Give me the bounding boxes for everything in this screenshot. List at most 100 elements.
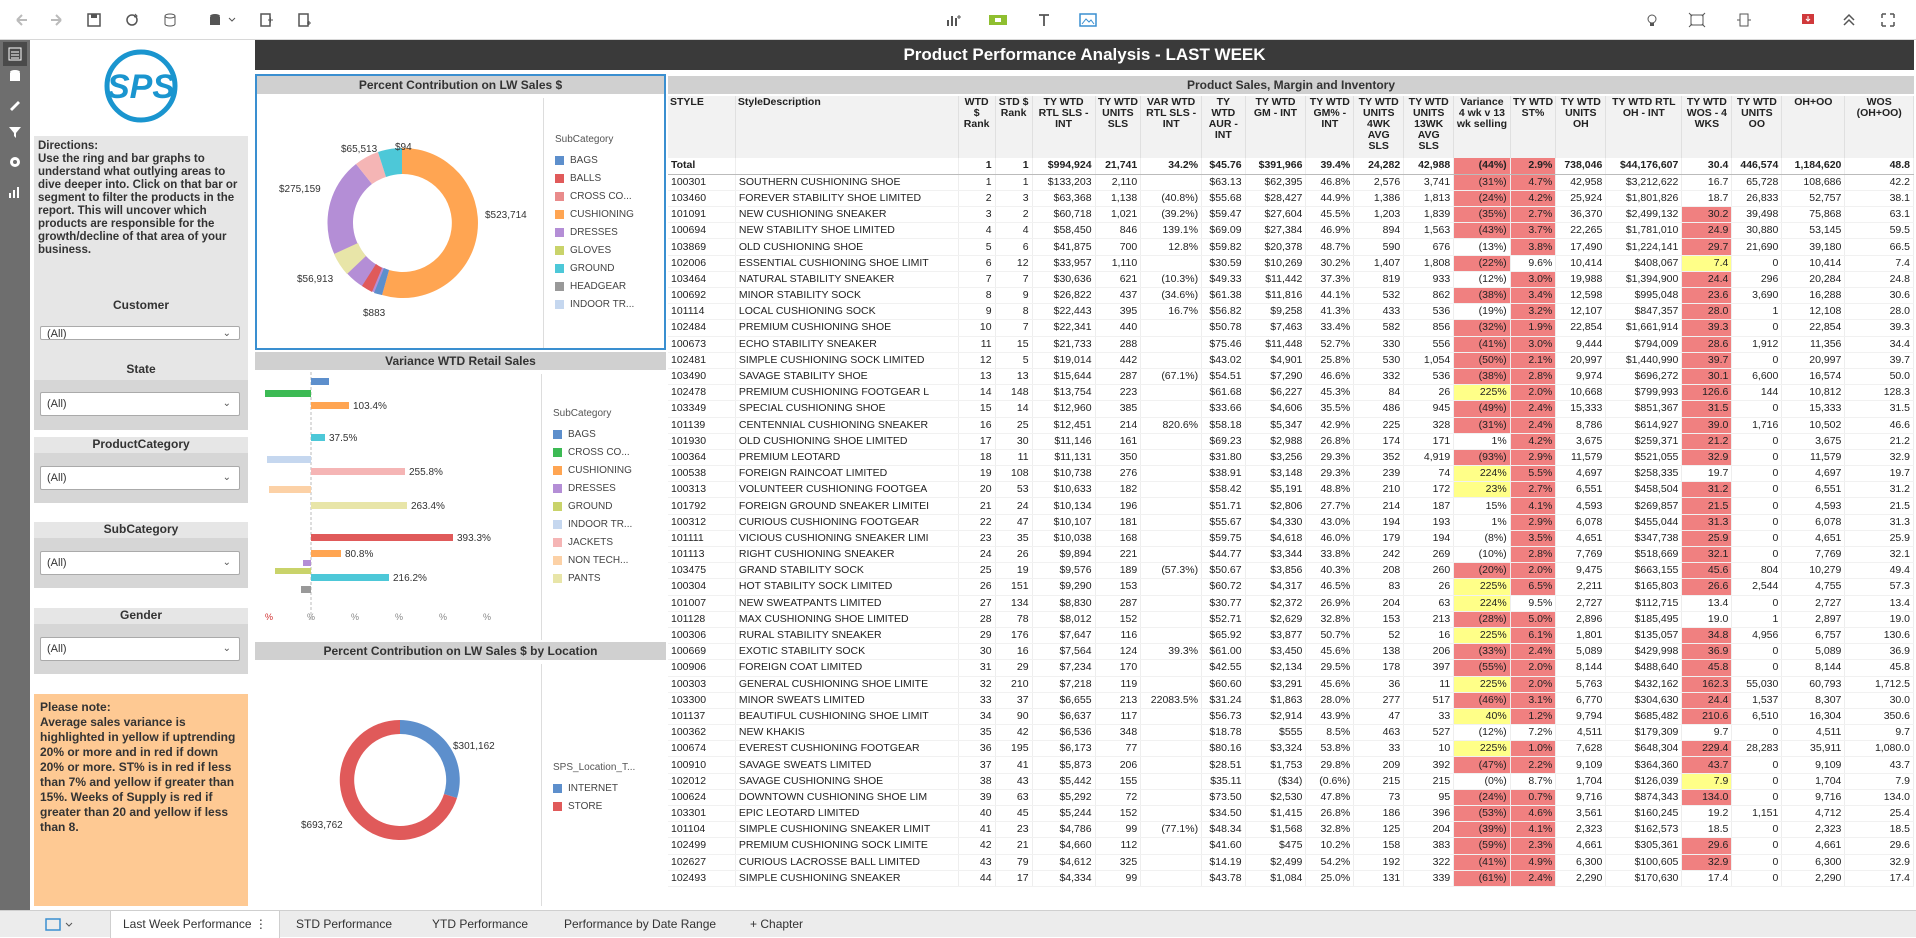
legend-item[interactable]: INTERNET: [553, 779, 661, 797]
add-data-icon[interactable]: [205, 8, 239, 32]
table-row[interactable]: 103349 SPECIAL CUSHIONING SHOE 15 14 $12,960…: [668, 400, 1914, 418]
column-header[interactable]: STYLE: [668, 96, 736, 158]
table-row[interactable]: 103490 SAVAGE STABILITY SHOE 13 13 $15,644 28…: [668, 368, 1914, 386]
bar-cushioning[interactable]: [311, 402, 349, 409]
table-row[interactable]: 103301 EPIC LEOTARD LIMITED 40 45 $5,244 152 $…: [668, 805, 1914, 823]
column-header[interactable]: TY WTD ST%: [1510, 96, 1557, 158]
gender-filter-select[interactable]: (All) ⌄: [40, 637, 240, 661]
table-row[interactable]: 100910 SAVAGE SWEATS LIMITED 37 41 $5,873 206…: [668, 756, 1914, 774]
tab-std-performance[interactable]: STD Performance: [284, 911, 404, 938]
table-row[interactable]: 102493 SIMPLE CUSHIONING SNEAKER 44 17 $4,33…: [668, 870, 1914, 887]
table-row[interactable]: 102006 ESSENTIAL CUSHIONING SHOE LIMIT 6 12…: [668, 255, 1914, 272]
column-header[interactable]: TY WTD UNITS OH: [1555, 96, 1607, 158]
table-row[interactable]: 100304 HOT STABILITY SOCK LIMITED 26 151 $9,…: [668, 578, 1914, 596]
pages-icon[interactable]: [3, 42, 27, 66]
analytics-icon[interactable]: [3, 180, 27, 204]
table-row[interactable]: 100301 SOUTHERN CUSHIONING SHOE 1 1 $133,203…: [668, 174, 1914, 191]
settings-icon[interactable]: [3, 150, 27, 174]
column-header[interactable]: WTD $ Rank: [958, 96, 996, 158]
legend-item[interactable]: PANTS: [553, 569, 661, 587]
table-row[interactable]: 101930 OLD CUSHIONING SHOE LIMITED 17 30 $11…: [668, 433, 1914, 450]
bar-pants[interactable]: [311, 502, 407, 509]
redo-icon[interactable]: [44, 8, 68, 32]
table-row[interactable]: 100692 MINOR STABILITY SOCK 8 9 $26,822 437 (3…: [668, 287, 1914, 305]
tab-last-week-performance[interactable]: Last Week Performance ⋮: [110, 911, 280, 938]
bar-other[interactable]: [301, 586, 311, 593]
table-row[interactable]: 101137 BEAUTIFUL CUSHIONING SHOE LIMIT 34 9…: [668, 708, 1914, 726]
column-header[interactable]: TY WTD UNITS 4WK AVG SLS: [1353, 96, 1405, 158]
table-row[interactable]: 101128 MAX CUSHIONING SHOE LIMITED 28 78 $8,…: [668, 611, 1914, 628]
legend-item[interactable]: GROUND: [553, 497, 661, 515]
insert-chart-icon[interactable]: [942, 8, 966, 32]
page-view-icon[interactable]: [44, 917, 76, 933]
column-header[interactable]: TY WTD AUR - INT: [1201, 96, 1246, 158]
bar-dresses[interactable]: [311, 434, 325, 441]
legend-item[interactable]: CUSHIONING: [553, 461, 661, 479]
column-header[interactable]: TY WTD UNITS 13WK AVG SLS: [1403, 96, 1455, 158]
legend-item[interactable]: BAGS: [553, 425, 661, 443]
column-header[interactable]: Variance 4 wk v 13 wk selling: [1453, 96, 1511, 158]
column-header[interactable]: OH+OO: [1781, 96, 1846, 158]
customer-filter-select[interactable]: (All) ⌄: [40, 326, 240, 340]
table-row[interactable]: 103869 OLD CUSHIONING SHOE 5 6 $41,875 700 12.…: [668, 238, 1914, 256]
legend-item[interactable]: INDOOR TR...: [553, 515, 661, 533]
table-row[interactable]: 100313 VOLUNTEER CUSHIONING FOOTGEA 20 53 $1…: [668, 481, 1914, 499]
maximize-icon[interactable]: [1876, 8, 1900, 32]
save-icon[interactable]: [82, 8, 106, 32]
bar-non-tech[interactable]: [269, 486, 311, 493]
table-row[interactable]: 103464 NATURAL STABILITY SNEAKER 7 7 $30,636…: [668, 271, 1914, 289]
new-page-icon[interactable]: [292, 8, 316, 32]
legend-item[interactable]: GLOVES: [555, 241, 660, 259]
table-row[interactable]: 100312 CURIOUS CUSHIONING FOOTGEAR 22 47 $10…: [668, 514, 1914, 531]
insert-filter-icon[interactable]: [986, 8, 1010, 32]
legend-item[interactable]: INDOOR TR...: [555, 295, 660, 313]
table-row[interactable]: 100364 PREMIUM LEOTARD 18 11 $11,131 350 $31.8…: [668, 449, 1914, 467]
column-header[interactable]: TY WTD RTL OH - INT: [1605, 96, 1683, 158]
bookmark-icon[interactable]: [1796, 8, 1820, 32]
column-header[interactable]: VAR WTD RTL SLS - INT: [1140, 96, 1203, 158]
total-row[interactable]: Total 1 1 $994,924 21,741 34.2% $45.76 $391,966…: [668, 158, 1914, 175]
filter-icon[interactable]: [3, 120, 27, 144]
legend-item[interactable]: DRESSES: [555, 223, 660, 241]
copy-page-icon[interactable]: [254, 8, 278, 32]
table-row[interactable]: 101091 NEW CUSHIONING SNEAKER 3 2 $60,718 1,0…: [668, 206, 1914, 224]
legend-item[interactable]: HEADGEAR: [555, 277, 660, 295]
table-row[interactable]: 102499 PREMIUM CUSHIONING SOCK LIMITE 42 21…: [668, 837, 1914, 855]
table-row[interactable]: 102481 SIMPLE CUSHIONING SOCK LIMITED 12 5 $…: [668, 352, 1914, 369]
column-header[interactable]: StyleDescription: [735, 96, 959, 158]
column-header[interactable]: TY WTD WOS - 4 WKS: [1681, 96, 1733, 158]
table-row[interactable]: 101792 FOREIGN GROUND SNEAKER LIMITEI 21 24…: [668, 497, 1914, 515]
table-row[interactable]: 100538 FOREIGN RAINCOAT LIMITED 19 108 $10,7…: [668, 465, 1914, 483]
bar-sweats[interactable]: [303, 560, 311, 566]
collapse-icon[interactable]: [1837, 8, 1861, 32]
table-row[interactable]: 101007 NEW SWEATPANTS LIMITED 27 134 $8,830 2…: [668, 595, 1914, 612]
undo-icon[interactable]: [10, 8, 34, 32]
column-header[interactable]: TY WTD GM - INT: [1245, 96, 1307, 158]
bar-shoes[interactable]: [311, 534, 453, 541]
more-options-icon[interactable]: ⋮: [255, 917, 267, 931]
table-row[interactable]: 103475 GRAND STABILITY SOCK 25 19 $9,576 189(…: [668, 562, 1914, 580]
legend-item[interactable]: JACKETS: [553, 533, 661, 551]
table-row[interactable]: 100673 ECHO STABILITY SNEAKER 11 15 $21,733 2…: [668, 336, 1914, 353]
table-row[interactable]: 101111 VICIOUS CUSHIONING SNEAKER LIMI 23 3…: [668, 530, 1914, 548]
lightbulb-icon[interactable]: [1640, 8, 1664, 32]
legend-item[interactable]: DRESSES: [553, 479, 661, 497]
bar-indoor[interactable]: [267, 456, 311, 463]
column-header[interactable]: STD $ Rank: [995, 96, 1033, 158]
table-row[interactable]: 101113 RIGHT CUSHIONING SNEAKER 24 26 $9,894…: [668, 546, 1914, 564]
productcategory-filter-select[interactable]: (All) ⌄: [40, 466, 240, 490]
fit-icon[interactable]: [1685, 8, 1709, 32]
bar-socks[interactable]: [311, 550, 341, 557]
refresh-icon[interactable]: [120, 8, 144, 32]
legend-item[interactable]: STORE: [553, 797, 661, 815]
legend-item[interactable]: CROSS CO...: [555, 187, 660, 205]
column-header[interactable]: WOS (OH+OO): [1844, 96, 1914, 158]
tab-ytd-performance[interactable]: YTD Performance: [420, 911, 540, 938]
table-row[interactable]: 100306 RURAL STABILITY SNEAKER 29 176 $7,647…: [668, 627, 1914, 645]
insert-image-icon[interactable]: [1076, 8, 1100, 32]
table-row[interactable]: 100303 GENERAL CUSHIONING SHOE LIMITE 32 21…: [668, 676, 1914, 693]
table-row[interactable]: 103300 MINOR SWEATS LIMITED 33 37 $6,655 213 2…: [668, 692, 1914, 709]
edit-icon[interactable]: [3, 92, 27, 116]
table-row[interactable]: 102627 CURIOUS LACROSSE BALL LIMITED 43 79 $…: [668, 854, 1914, 871]
legend-item[interactable]: NON TECH...: [553, 551, 661, 569]
